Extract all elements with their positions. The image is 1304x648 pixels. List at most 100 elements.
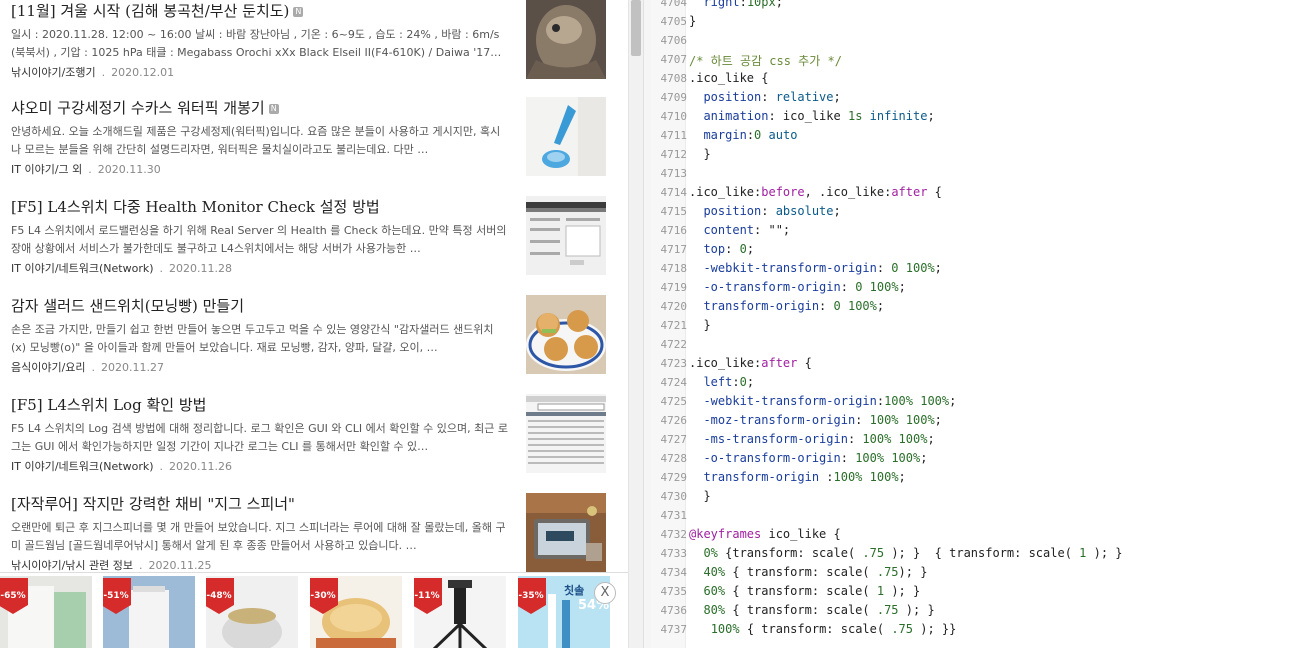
code-line-number: 4737 [660,623,688,636]
post-meta: 음식이야기/요리. 2020.11.27 [11,359,164,375]
product-ad-item[interactable]: -30% [310,576,402,648]
code-line[interactable]: left:0; [689,375,754,389]
code-line-number: 4734 [660,566,688,579]
code-line[interactable]: /* 하트 공감 css 추가 */ [689,52,842,69]
code-line-number: 4716 [660,224,688,237]
code-line[interactable]: } [689,147,710,161]
post-title-text: [11월] 겨울 시작 (김해 봉곡천/부산 둔치도) [11,2,290,20]
post-meta: 낚시이야기/조행기. 2020.12.01 [11,64,174,80]
code-line-number: 4719 [660,281,688,294]
code-line-text: .ico_like { [689,71,769,85]
post-meta: 낚시이야기/낚시 관련 정보. 2020.11.25 [11,557,212,573]
code-line[interactable]: position: absolute; [689,204,840,218]
post-excerpt: F5 L4 스위치의 Log 검색 방법에 대해 정리합니다. 로그 확인은 G… [11,422,508,453]
post-list-item[interactable]: 샤오미 구강세정기 수카스 워터픽 개봉기 N 안녕하세요. 오늘 소개해드릴 제품… [0,97,628,192]
code-line-text: -moz-transform-origin: 100% 100%; [703,413,942,427]
code-line[interactable]: 60% { transform: scale( 1 ); } [689,584,920,598]
product-ad-item[interactable]: -65% [0,576,92,648]
code-line[interactable]: -ms-transform-origin: 100% 100%; [689,432,934,446]
post-category-link[interactable]: 음식이야기/요리 [11,361,86,374]
post-category-link[interactable]: IT 이야기/네트워크(Network) [11,262,154,275]
code-line-number: 4736 [660,604,688,617]
post-list-item[interactable]: [11월] 겨울 시작 (김해 봉곡천/부산 둔치도) N 일시 : 2020.11… [0,0,628,95]
code-line-text: left:0; [703,375,755,389]
code-line-text: -o-transform-origin: 0 100%; [703,280,906,294]
code-line[interactable]: transform-origin :100% 100%; [689,470,905,484]
code-line-text: transform-origin: 0 100%; [703,299,885,313]
code-line[interactable]: .ico_like:before, .ico_like:after { [689,185,942,199]
product-ad-item[interactable]: -11% [414,576,506,648]
post-title-link[interactable]: [F5] L4스위치 Log 확인 방법 [11,394,511,415]
post-date: 2020.11.25 [148,559,212,572]
code-line[interactable]: content: ""; [689,223,790,237]
meta-separator: . [91,361,96,374]
code-editor[interactable]: 4704 right:10px; 4705} 4706 4707/* 하트 공감 cs… [651,0,1304,648]
product-ad-item[interactable]: -48% [206,576,298,648]
code-line[interactable]: animation: ico_like 1s infinite; [689,109,934,123]
post-thumbnail[interactable] [526,295,606,374]
code-line-text: 60% { transform: scale( 1 ); } [703,584,921,598]
post-title-link[interactable]: [F5] L4스위치 다중 Health Monitor Check 설정 방법 [11,196,511,217]
code-line[interactable]: position: relative; [689,90,840,104]
post-date: 2020.12.01 [111,66,175,79]
post-title-link[interactable]: 감자 샐러드 샌드위치(모닝빵) 만들기 [11,295,511,316]
new-post-icon: N [293,7,304,17]
code-line[interactable]: } [689,489,711,503]
code-line[interactable]: -o-transform-origin: 0 100%; [689,280,906,294]
post-thumbnail[interactable] [526,0,606,79]
meta-separator: . [101,66,106,79]
code-line[interactable]: 0% {transform: scale( .75 ); } { transfo… [689,546,1122,560]
code-line[interactable]: top: 0; [689,242,754,256]
post-title-link[interactable]: 샤오미 구강세정기 수카스 워터픽 개봉기 N [11,97,511,118]
code-line[interactable]: 80% { transform: scale( .75 ); } [689,603,935,617]
code-line[interactable]: .ico_like { [689,71,768,85]
ad-close-button[interactable]: X [594,582,616,604]
code-line-number: 4717 [660,243,688,256]
post-category-link[interactable]: IT 이야기/그 외 [11,163,82,176]
code-line[interactable]: transform-origin: 0 100%; [689,299,884,313]
code-line-number: 4704 [660,0,688,9]
post-thumbnail[interactable] [526,394,606,473]
post-title-link[interactable]: [자작루어] 작지만 강력한 채비 "지그 스피너" [11,493,511,514]
code-line-text: } [689,489,711,503]
code-line[interactable]: -o-transform-origin: 100% 100%; [689,451,927,465]
post-thumbnail[interactable] [526,97,606,176]
code-line[interactable]: -moz-transform-origin: 100% 100%; [689,413,942,427]
post-list-item[interactable]: 감자 샐러드 샌드위치(모닝빵) 만들기 손은 조금 가지만, 만들기 쉽고 한번… [0,295,628,390]
code-line[interactable]: .ico_like:after { [689,356,812,370]
code-line[interactable]: margin:0 auto [689,128,797,142]
code-line-text: -o-transform-origin: 100% 100%; [703,451,928,465]
code-line[interactable]: 40% { transform: scale( .75); } [689,565,927,579]
code-line-number: 4731 [660,509,688,522]
post-list-item[interactable]: [F5] L4스위치 다중 Health Monitor Check 설정 방법… [0,196,628,291]
code-line[interactable]: -webkit-transform-origin:100% 100%; [689,394,956,408]
code-line[interactable]: @keyframes ico_like { [689,527,841,541]
scrollbar-thumb[interactable] [631,0,641,56]
code-line[interactable]: right:10px; [689,0,783,9]
code-line-number: 4723 [660,357,688,370]
code-line-number: 4732 [660,528,688,541]
code-line-text: .ico_like:before, .ico_like:after { [689,185,942,199]
code-line-text: 100% { transform: scale( .75 ); }} [710,622,957,636]
post-thumbnail[interactable] [526,196,606,275]
post-list-item[interactable]: [F5] L4스위치 Log 확인 방법 F5 L4 스위치의 Log 검색 방법… [0,394,628,489]
code-line[interactable]: } [689,318,711,332]
post-category-link[interactable]: 낚시이야기/조행기 [11,66,96,79]
code-line-number: 4706 [660,34,688,47]
code-line-number: 4715 [660,205,688,218]
code-line-text: 80% { transform: scale( .75 ); } [703,603,935,617]
code-line-text: } [689,318,711,332]
post-category-link[interactable]: IT 이야기/네트워크(Network) [11,460,154,473]
post-category-link[interactable]: 낚시이야기/낚시 관련 정보 [11,559,133,572]
post-title-text: 감자 샐러드 샌드위치(모닝빵) 만들기 [11,297,245,315]
post-list-scrollbar[interactable] [628,0,643,648]
code-line[interactable]: 100% { transform: scale( .75 ); }} [689,622,957,636]
code-line[interactable]: } [689,14,696,28]
code-line[interactable]: -webkit-transform-origin: 0 100%; [689,261,941,275]
post-title-link[interactable]: [11월] 겨울 시작 (김해 봉곡천/부산 둔치도) N [11,0,511,21]
post-thumbnail[interactable] [526,493,606,572]
code-line-number: 4714 [660,186,688,199]
code-line-number: 4726 [660,414,688,427]
product-ad-item[interactable]: -51% [103,576,195,648]
code-line-text: -webkit-transform-origin:100% 100%; [703,394,957,408]
